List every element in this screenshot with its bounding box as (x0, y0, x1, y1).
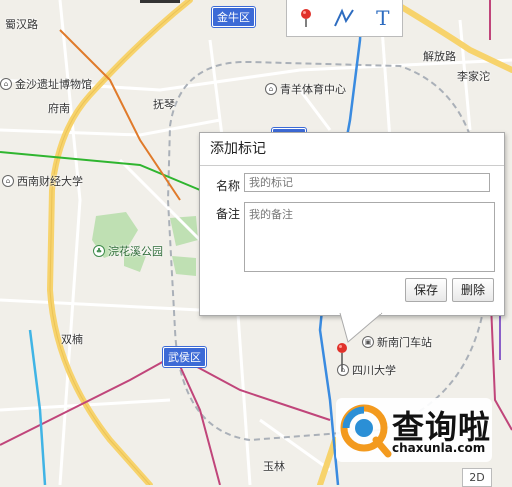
school-icon: ⌂ (2, 175, 14, 187)
district-label-jinniu: 金牛区 (212, 7, 255, 27)
marker-note-textarea[interactable] (244, 202, 495, 272)
poi-label: 西南财经大学 (17, 175, 83, 188)
poi-huanhuaxi-park[interactable]: ♣ 浣花溪公园 (93, 243, 163, 259)
park-icon: ♣ (93, 245, 105, 257)
road-label-lijiatuo: 李家沱 (457, 70, 490, 83)
drawing-toolbar: T (286, 0, 403, 37)
marker-tool-button[interactable] (291, 3, 321, 33)
watermark-subtitle: chaxunla.com (392, 441, 486, 455)
museum-icon: ⌂ (0, 78, 12, 90)
poi-label: 金沙遗址博物馆 (15, 78, 92, 91)
road-label-yulin: 玉林 (263, 460, 285, 473)
poi-jinsha-museum[interactable]: ⌂ 金沙遗址博物馆 (0, 76, 92, 92)
district-label-wuhou: 武侯区 (163, 347, 206, 367)
dialog-title: 添加标记 (200, 133, 504, 166)
watermark: 查询啦 chaxunla.com (336, 398, 492, 462)
poi-label: 浣花溪公园 (108, 245, 163, 258)
text-tool-button[interactable]: T (368, 3, 398, 33)
top-edge-bar (140, 0, 180, 3)
note-label: 备注 (216, 207, 241, 221)
watermark-logo-icon (340, 404, 392, 458)
road-label-funan: 府南 (48, 102, 70, 115)
text-tool-icon: T (376, 6, 390, 30)
name-label: 名称 (216, 179, 241, 193)
save-button[interactable]: 保存 (405, 278, 447, 302)
polyline-tool-button[interactable] (329, 3, 359, 33)
add-marker-dialog: 添加标记 名称 备注 保存 删除 (199, 132, 505, 316)
marker-name-input[interactable] (244, 173, 490, 192)
dialog-pointer-tail (339, 312, 383, 343)
road-label-shuhanlu: 蜀汉路 (5, 18, 38, 31)
map-marker-pin[interactable] (336, 342, 348, 372)
view-2d-toggle[interactable]: 2D (462, 468, 492, 487)
poi-label: 四川大学 (352, 364, 396, 377)
poi-xinan-caijing[interactable]: ⌂ 西南财经大学 (2, 173, 83, 189)
road-label-fuqin: 抚琴 (153, 98, 175, 111)
road-label-jiefanglu: 解放路 (423, 50, 456, 63)
stadium-icon: ⌂ (265, 83, 277, 95)
poi-label: 青羊体育中心 (280, 83, 346, 96)
delete-button[interactable]: 删除 (452, 278, 494, 302)
poi-qingyang-stadium[interactable]: ⌂ 青羊体育中心 (265, 81, 346, 97)
road-label-shuangnan: 双楠 (61, 333, 83, 346)
polyline-icon (334, 8, 355, 27)
map-pin-icon (301, 9, 312, 27)
